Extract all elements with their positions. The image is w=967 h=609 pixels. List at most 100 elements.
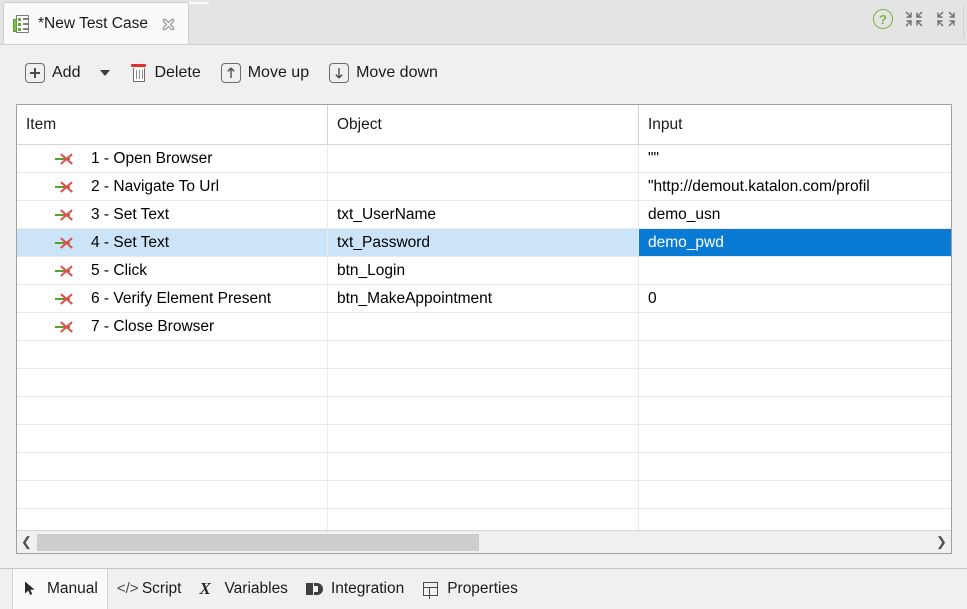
tab-title: *New Test Case (38, 15, 148, 32)
column-divider (638, 397, 639, 424)
horizontal-scrollbar[interactable]: ❮ ❯ (17, 530, 951, 553)
editor-window-actions: ? (873, 9, 957, 29)
tab-label: Script (141, 580, 182, 597)
table-row[interactable]: 7 - Close Browser (17, 313, 951, 341)
table-cell-object[interactable] (328, 145, 638, 172)
table-row[interactable]: 2 - Navigate To Url "http://demout.katalo… (17, 173, 951, 201)
scrollbar-thumb[interactable] (37, 534, 479, 551)
tab-properties[interactable]: Properties (413, 569, 527, 609)
table-cell-input[interactable]: "http://demout.katalon.com/profil (639, 173, 951, 200)
tab-new-test-case[interactable]: *New Test Case (3, 2, 189, 45)
scroll-right-arrow[interactable]: ❯ (933, 531, 950, 553)
table-cell-object[interactable] (328, 173, 638, 200)
move-down-button-label: Move down (356, 64, 438, 81)
step-enabled-icon (55, 320, 77, 334)
tab-integration[interactable]: Integration (297, 569, 413, 609)
table-body: 1 - Open Browser "" 2 - Navigate To Url "ht… (17, 145, 951, 531)
table-cell-input[interactable]: 0 (639, 285, 951, 312)
move-up-button[interactable]: Move up (220, 63, 309, 83)
table-cell-item[interactable]: 2 - Navigate To Url (17, 173, 327, 200)
column-header-object[interactable]: Object (328, 105, 638, 144)
table-row-empty[interactable] (17, 341, 951, 369)
table-cell-item[interactable]: 5 - Click (17, 257, 327, 284)
table-row-empty[interactable] (17, 509, 951, 531)
add-button-label: Add (52, 64, 81, 81)
column-divider (638, 341, 639, 368)
scroll-left-arrow[interactable]: ❮ (18, 531, 35, 553)
column-divider (327, 453, 328, 480)
tabbar-divider (963, 6, 964, 38)
editor-bottom-tabs: Manual </> Script X Variables Integration Prop… (0, 568, 967, 609)
table-cell-item[interactable]: 3 - Set Text (17, 201, 327, 228)
table-row-empty[interactable] (17, 481, 951, 509)
help-icon[interactable]: ? (873, 9, 893, 29)
variables-icon: X (199, 579, 211, 598)
minimize-icon[interactable] (903, 9, 925, 29)
code-icon: </> (116, 580, 139, 597)
table-cell-input[interactable] (639, 313, 951, 340)
column-divider (327, 369, 328, 396)
arrow-up-icon (220, 63, 241, 83)
editor-tab-bar: *New Test Case ? (0, 0, 967, 45)
tab-script[interactable]: </> Script (108, 569, 191, 609)
cursor-icon (22, 580, 40, 598)
move-down-button[interactable]: Move down (329, 63, 438, 83)
table-row[interactable]: 4 - Set Text txt_Password demo_pwd (17, 229, 951, 257)
arrow-down-icon (329, 63, 350, 83)
table-cell-item[interactable]: 7 - Close Browser (17, 313, 327, 340)
step-enabled-icon (55, 208, 77, 222)
column-divider (327, 481, 328, 508)
maximize-icon[interactable] (935, 9, 957, 29)
table-cell-object[interactable]: btn_MakeAppointment (328, 285, 638, 312)
table-row-empty[interactable] (17, 369, 951, 397)
trash-icon (130, 63, 147, 83)
table-row[interactable]: 1 - Open Browser "" (17, 145, 951, 173)
table-cell-input[interactable]: demo_pwd (639, 229, 951, 256)
close-icon[interactable] (160, 16, 177, 33)
delete-button-label: Delete (154, 64, 201, 81)
step-enabled-icon (55, 292, 77, 306)
step-label: 5 - Click (91, 262, 147, 279)
table-cell-item[interactable]: 4 - Set Text (17, 229, 327, 256)
step-label: 3 - Set Text (91, 206, 170, 223)
add-button[interactable]: Add (25, 63, 80, 83)
test-steps-table: Item Object Input 1 - Open Browser "" 2 - … (16, 104, 952, 554)
column-divider (327, 425, 328, 452)
column-divider (327, 397, 328, 424)
table-row-empty[interactable] (17, 397, 951, 425)
table-cell-input[interactable] (639, 257, 951, 284)
table-cell-object[interactable]: txt_UserName (328, 201, 638, 228)
column-header-item[interactable]: Item (17, 105, 327, 144)
step-label: 2 - Navigate To Url (91, 178, 220, 195)
table-cell-object[interactable] (328, 313, 638, 340)
table-row[interactable]: 5 - Click btn_Login (17, 257, 951, 285)
table-row-empty[interactable] (17, 453, 951, 481)
test-case-icon (13, 14, 30, 34)
column-divider (327, 341, 328, 368)
column-divider (638, 369, 639, 396)
table-row[interactable]: 6 - Verify Element Present btn_MakeAppoin… (17, 285, 951, 313)
test-step-toolbar: Add Delete Move up Move down (0, 45, 967, 101)
step-label: 4 - Set Text (91, 234, 170, 251)
table-row-empty[interactable] (17, 425, 951, 453)
table-cell-object[interactable]: btn_Login (328, 257, 638, 284)
table-cell-item[interactable]: 1 - Open Browser (17, 145, 327, 172)
column-header-input[interactable]: Input (639, 105, 951, 144)
test-case-editor: *New Test Case ? Add Delete Move up Move… (0, 0, 967, 609)
table-cell-input[interactable]: "" (639, 145, 951, 172)
table-row[interactable]: 3 - Set Text txt_UserName demo_usn (17, 201, 951, 229)
step-enabled-icon (55, 152, 77, 166)
tab-variables[interactable]: X Variables (190, 569, 296, 609)
tab-manual[interactable]: Manual (12, 569, 108, 609)
column-divider (638, 481, 639, 508)
tab-label: Manual (47, 580, 98, 597)
step-label: 7 - Close Browser (91, 318, 215, 335)
table-cell-input[interactable]: demo_usn (639, 201, 951, 228)
tab-label: Variables (224, 580, 288, 597)
table-header-row: Item Object Input (17, 105, 951, 145)
table-cell-item[interactable]: 6 - Verify Element Present (17, 285, 327, 312)
table-cell-object[interactable]: txt_Password (328, 229, 638, 256)
step-enabled-icon (55, 180, 77, 194)
chevron-down-icon[interactable] (100, 70, 111, 76)
delete-button[interactable]: Delete (130, 63, 201, 83)
